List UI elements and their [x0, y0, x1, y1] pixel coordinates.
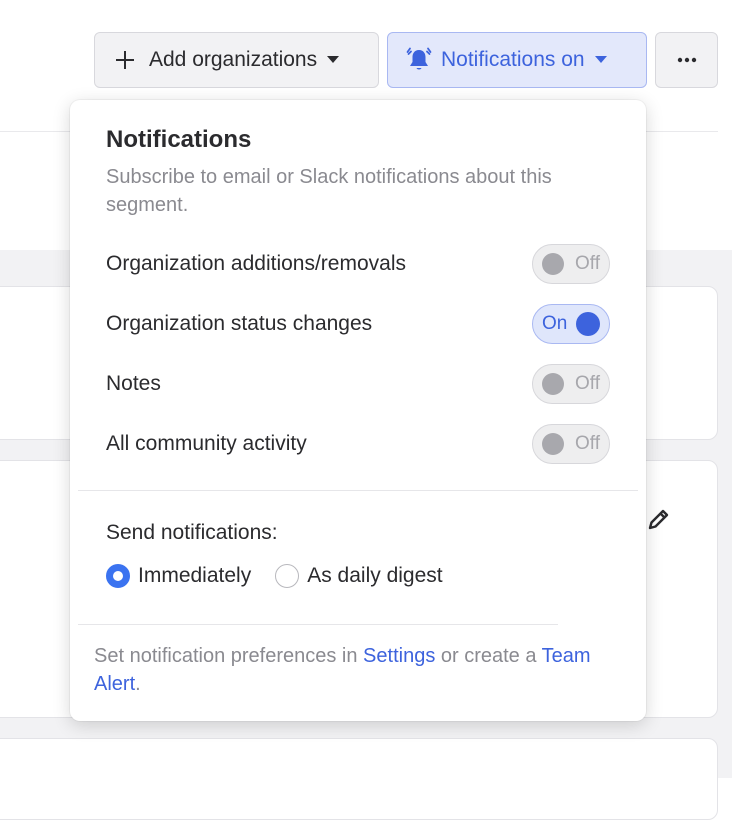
notes-toggle[interactable]: Off [532, 364, 610, 404]
settings-link[interactable]: Settings [363, 645, 435, 667]
toggle-knob [542, 373, 564, 395]
add-organizations-label: Add organizations [149, 48, 318, 71]
plus-icon [116, 51, 134, 69]
setting-row-notes: Notes Off [106, 364, 610, 404]
status-changes-toggle[interactable]: On [532, 304, 610, 344]
radio-label: As daily digest [307, 564, 443, 587]
footer-text: or create a [435, 645, 542, 667]
content-card [0, 738, 718, 820]
footer-text: . [135, 673, 141, 695]
radio-button-checked[interactable] [106, 564, 130, 588]
popover-footer: Set notification preferences in Settings… [94, 642, 614, 698]
toggle-knob [576, 312, 600, 336]
notifications-label: Notifications on [441, 48, 585, 71]
send-notifications-label: Send notifications: [106, 521, 278, 544]
chevron-down-icon [594, 56, 607, 63]
toggle-knob [542, 253, 564, 275]
setting-row-status-changes: Organization status changes On [106, 304, 610, 344]
popover-title: Notifications [106, 126, 252, 153]
radio-label: Immediately [138, 564, 252, 587]
add-organizations-button[interactable]: Add organizations [94, 32, 379, 88]
community-activity-toggle[interactable]: Off [532, 424, 610, 464]
setting-label: Organization additions/removals [106, 252, 406, 275]
toggle-state: Off [575, 253, 600, 274]
ellipsis-icon [677, 57, 696, 63]
notifications-button[interactable]: Notifications on [387, 32, 647, 88]
additions-removals-toggle[interactable]: Off [532, 244, 610, 284]
setting-row-additions-removals: Organization additions/removals Off [106, 244, 610, 284]
setting-label: Notes [106, 372, 161, 395]
toggle-knob [542, 433, 564, 455]
pencil-icon[interactable] [644, 506, 672, 534]
setting-row-community-activity: All community activity Off [106, 424, 610, 464]
popover-subtitle: Subscribe to email or Slack notification… [106, 166, 552, 216]
notifications-popover: Notifications Subscribe to email or Slac… [70, 100, 646, 721]
radio-button-unchecked[interactable] [275, 564, 300, 588]
more-options-button[interactable] [655, 32, 718, 88]
setting-label: All community activity [106, 432, 307, 455]
radio-immediately[interactable]: Immediately [106, 564, 251, 588]
send-frequency-radio-group: Immediately As daily digest [106, 564, 467, 588]
popover-divider [78, 624, 558, 625]
radio-daily-digest[interactable]: As daily digest [275, 564, 443, 588]
toggle-state: Off [575, 433, 600, 454]
toggle-state: On [542, 313, 568, 334]
toggle-state: Off [575, 373, 600, 394]
footer-text: Set notification preferences in [94, 645, 364, 667]
chevron-down-icon [327, 56, 340, 63]
popover-divider [78, 490, 638, 491]
bell-icon [406, 47, 432, 70]
setting-label: Organization status changes [106, 312, 373, 335]
